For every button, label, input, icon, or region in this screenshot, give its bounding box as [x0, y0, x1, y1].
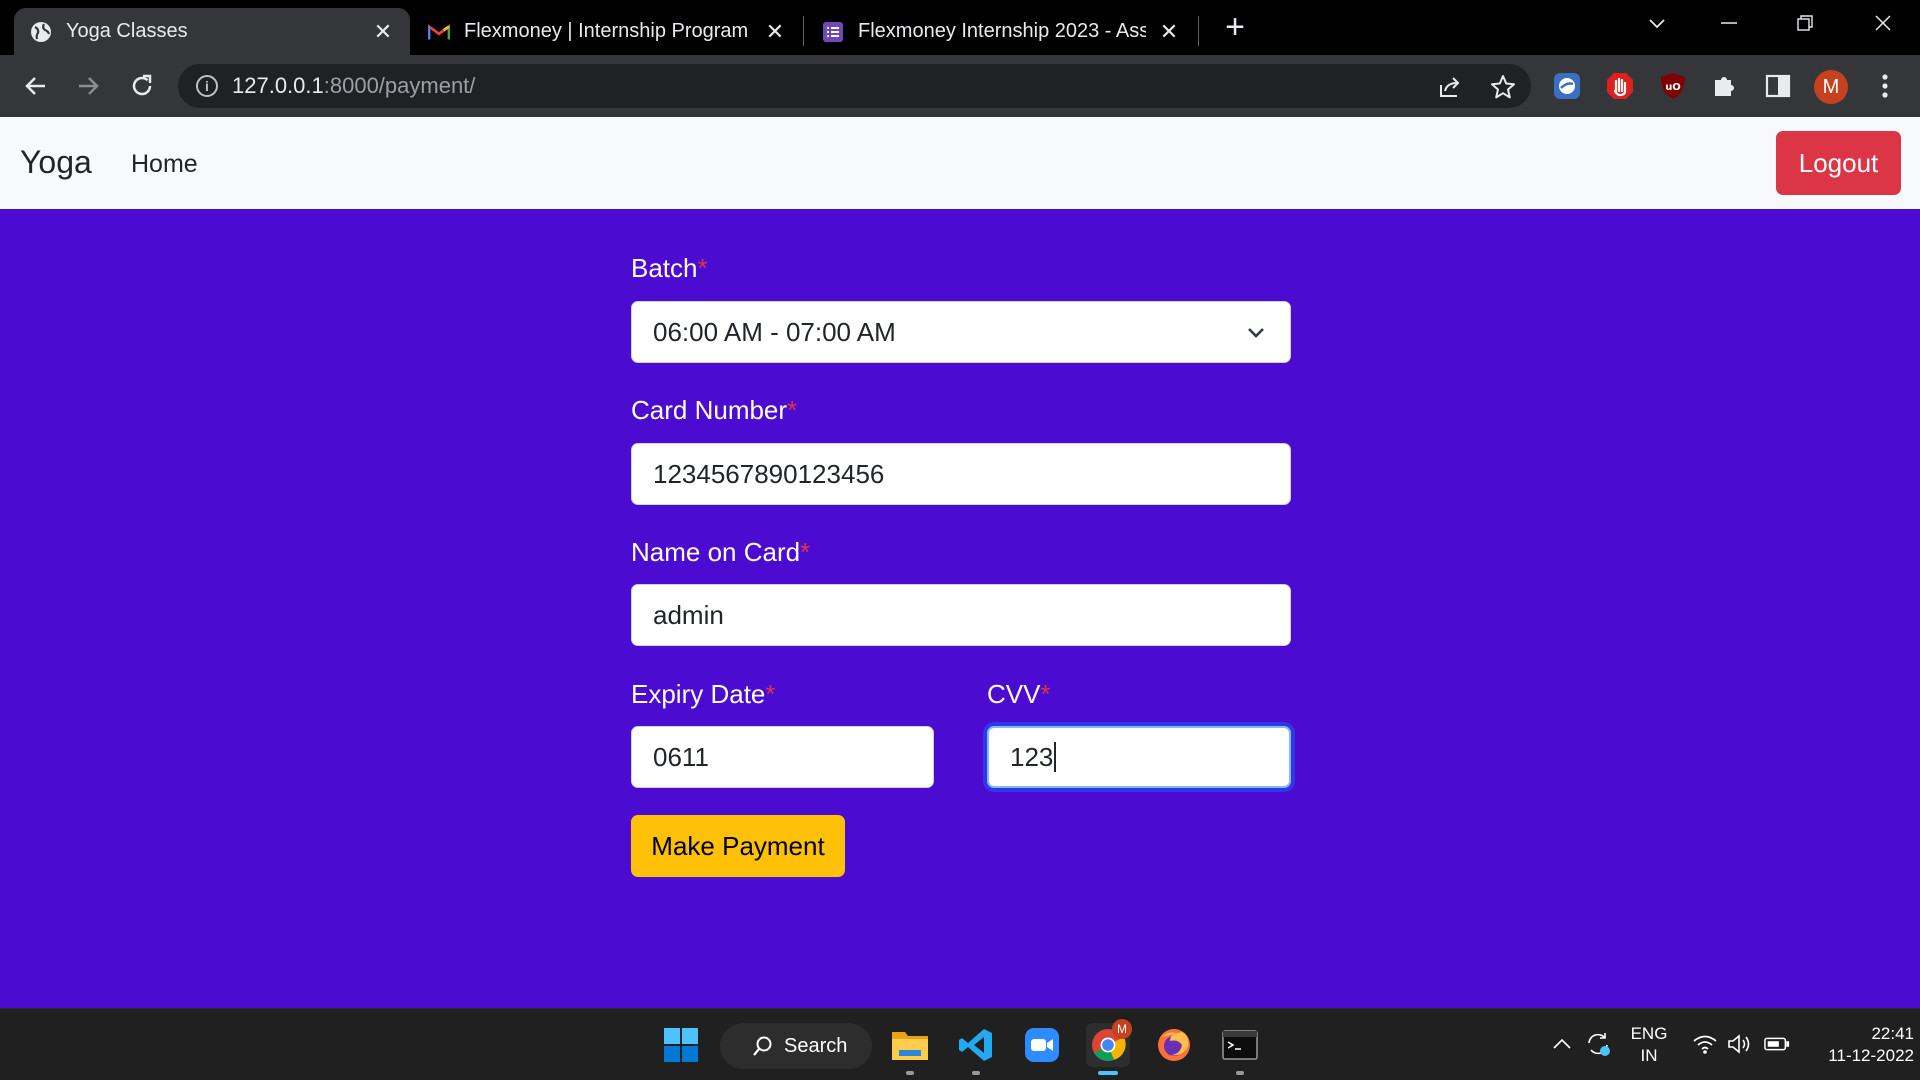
nav-link-home[interactable]: Home [131, 150, 198, 179]
name-on-card-value: admin [653, 599, 724, 630]
gmail-icon [428, 21, 450, 43]
minimize-button[interactable] [1692, 0, 1766, 45]
side-panel-icon[interactable] [1761, 69, 1795, 103]
volume-icon[interactable] [1727, 1031, 1753, 1057]
taskbar-search[interactable]: Search [720, 1023, 872, 1069]
tab-title: Flexmoney Internship 2023 - Assi [858, 20, 1146, 42]
name-on-card-label-text: Name on Card [631, 537, 801, 567]
required-mark: * [787, 395, 798, 425]
close-window-button[interactable] [1846, 0, 1920, 45]
taskbar-search-label: Search [784, 1034, 848, 1057]
name-on-card-input[interactable]: admin [631, 584, 1291, 646]
tab-flexmoney-internship-2023[interactable]: Flexmoney Internship 2023 - Assi ✕ [806, 8, 1196, 55]
batch-label-text: Batch [631, 253, 698, 283]
card-number-input[interactable]: 1234567890123456 [631, 443, 1291, 505]
running-indicator [906, 1071, 914, 1075]
zoom-icon[interactable] [1020, 1023, 1064, 1067]
restore-button[interactable] [1768, 0, 1842, 45]
name-on-card-label: Name on Card* [631, 537, 810, 568]
svg-text:uO: uO [1665, 82, 1681, 93]
url-path: :8000/payment/ [323, 73, 476, 98]
make-payment-button[interactable]: Make Payment [631, 815, 845, 877]
close-tab-icon[interactable]: ✕ [1158, 19, 1180, 44]
chrome-profile-badge: M [1112, 1019, 1132, 1039]
browser-toolbar: i 127.0.0.1:8000/payment/ uO M [0, 55, 1920, 117]
text-caret [1054, 742, 1057, 772]
url-host: 127.0.0.1 [232, 73, 324, 98]
firefox-icon[interactable] [1152, 1023, 1196, 1067]
cvv-value: 123 [1010, 741, 1054, 772]
close-tab-icon[interactable]: ✕ [372, 19, 394, 44]
tab-yoga-classes[interactable]: Yoga Classes ✕ [14, 8, 410, 55]
expiry-date-value: 0611 [653, 741, 709, 772]
wifi-icon[interactable] [1692, 1031, 1718, 1057]
vscode-icon[interactable] [954, 1023, 998, 1075]
tab-flexmoney-internship-program[interactable]: Flexmoney | Internship Program 2 ✕ [412, 8, 802, 55]
expiry-date-label: Expiry Date* [631, 679, 776, 710]
adblock-hand-icon[interactable] [1603, 69, 1637, 103]
ublock-origin-icon[interactable]: uO [1656, 69, 1690, 103]
sync-icon[interactable] [1585, 1031, 1611, 1057]
required-mark: * [765, 679, 776, 709]
chrome-menu-icon[interactable] [1868, 69, 1902, 103]
required-mark: * [1040, 679, 1051, 709]
tab-search-chevron-icon[interactable] [1620, 0, 1694, 45]
chevron-down-icon [1248, 328, 1264, 338]
search-icon [753, 1036, 772, 1056]
windows-taskbar: Search M ENG IN 22:41 11-12-2022 [0, 1008, 1920, 1080]
required-mark: * [697, 253, 708, 283]
tab-title: Yoga Classes [66, 20, 188, 42]
tab-separator [803, 16, 804, 46]
clock[interactable]: 22:41 11-12-2022 [1804, 1023, 1914, 1067]
close-tab-icon[interactable]: ✕ [764, 19, 786, 44]
clock-time: 22:41 [1871, 1024, 1914, 1043]
windows-start-icon[interactable] [659, 1023, 703, 1067]
navbar-brand[interactable]: Yoga [20, 144, 92, 181]
browser-tab-strip: Yoga Classes ✕ Flexmoney | Internship Pr… [0, 0, 1920, 55]
forward-button[interactable] [71, 69, 105, 103]
extensions-puzzle-icon[interactable] [1708, 69, 1742, 103]
site-info-icon[interactable]: i [196, 75, 218, 97]
required-mark: * [800, 537, 811, 567]
chrome-taskbar-icon[interactable]: M [1086, 1019, 1132, 1075]
profile-avatar[interactable]: M [1814, 70, 1848, 104]
share-icon[interactable] [1436, 73, 1464, 101]
forms-icon [822, 21, 844, 43]
expiry-date-label-text: Expiry Date [631, 679, 766, 709]
language-region: IN [1640, 1046, 1658, 1065]
bookmark-star-icon[interactable] [1489, 73, 1517, 101]
card-number-label-text: Card Number [631, 395, 788, 425]
chevron-up-icon[interactable] [1549, 1031, 1575, 1057]
batch-label: Batch* [631, 253, 708, 284]
running-indicator [972, 1071, 980, 1075]
logout-button[interactable]: Logout [1776, 131, 1901, 195]
tab-separator [1198, 16, 1199, 46]
globe-icon [30, 21, 52, 43]
tab-title: Flexmoney | Internship Program 2 [464, 20, 752, 42]
cvv-label-text: CVV [987, 679, 1041, 709]
batch-select-value: 06:00 AM - 07:00 AM [653, 316, 896, 347]
cvv-input[interactable]: 123 [987, 726, 1291, 788]
clock-date: 11-12-2022 [1828, 1046, 1914, 1065]
extension-blue-icon[interactable] [1550, 69, 1584, 103]
cvv-label: CVV* [987, 679, 1051, 710]
battery-icon[interactable] [1764, 1031, 1790, 1057]
expiry-date-input[interactable]: 0611 [631, 726, 934, 788]
new-tab-button[interactable]: + [1220, 10, 1250, 44]
language-indicator[interactable]: ENG IN [1626, 1023, 1672, 1067]
running-indicator [1236, 1071, 1244, 1075]
active-indicator [1098, 1071, 1118, 1075]
card-number-label: Card Number* [631, 395, 797, 426]
language-code: ENG [1630, 1024, 1668, 1043]
card-number-value: 1234567890123456 [653, 458, 885, 489]
terminal-icon[interactable] [1218, 1023, 1262, 1075]
reload-button[interactable] [125, 69, 159, 103]
batch-select[interactable]: 06:00 AM - 07:00 AM [631, 301, 1291, 363]
site-navbar: Yoga Home Logout [0, 117, 1920, 209]
address-bar[interactable]: i 127.0.0.1:8000/payment/ [178, 64, 1531, 108]
file-explorer-icon[interactable] [888, 1023, 932, 1075]
back-button[interactable] [19, 69, 53, 103]
